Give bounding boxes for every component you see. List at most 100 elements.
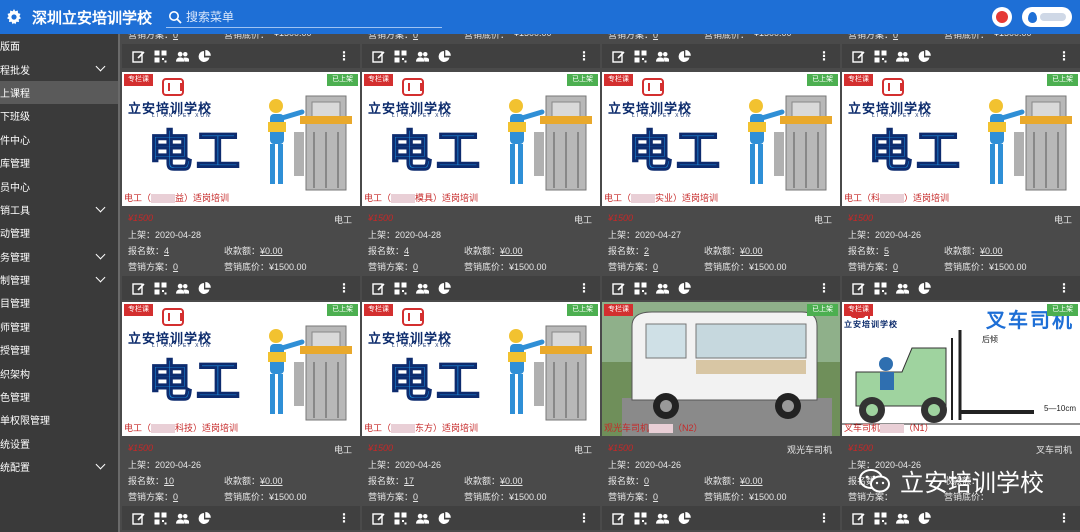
qrcode-icon[interactable] — [874, 512, 887, 525]
sidebar-item[interactable]: 统设置 — [0, 432, 118, 455]
marketing-value[interactable]: 0 — [653, 34, 658, 40]
pie-chart-icon[interactable] — [678, 511, 691, 525]
course-thumbnail[interactable]: 立安培训学校 LI AN PEI XUN 电工 专栏课 已上架 电工（ 益）适岗培训 — [122, 72, 360, 206]
users-icon[interactable] — [656, 282, 669, 295]
more-icon[interactable]: ⋮ — [338, 511, 350, 525]
pie-chart-icon[interactable] — [438, 511, 451, 525]
marketing-value[interactable]: 0 — [893, 34, 898, 40]
sidebar-item[interactable]: 程批发 — [0, 57, 118, 80]
more-icon[interactable]: ⋮ — [578, 49, 590, 63]
course-thumbnail[interactable]: 立安培训学校 叉车司机 后倾 5—10cm 专栏课 已上架 叉车司机 （N1） — [842, 302, 1080, 436]
pie-chart-icon[interactable] — [438, 281, 451, 295]
more-icon[interactable]: ⋮ — [1058, 511, 1070, 525]
edit-icon[interactable] — [612, 50, 625, 63]
enroll-value[interactable]: 5 — [884, 246, 889, 256]
sidebar-item[interactable]: 员中心 — [0, 174, 118, 197]
users-icon[interactable] — [176, 50, 189, 63]
course-card[interactable]: 立安培训学校 LI AN PEI XUN 电工 专栏课 已上架 电工（ 实业）适岗培训 ¥15… — [602, 72, 840, 302]
revenue-value[interactable]: ¥0.00 — [260, 476, 283, 486]
sidebar-item[interactable]: 上课程 — [0, 80, 118, 105]
users-icon[interactable] — [896, 512, 909, 525]
qrcode-icon[interactable] — [634, 50, 647, 63]
sidebar-item[interactable]: 版面 — [0, 34, 118, 57]
edit-icon[interactable] — [852, 50, 865, 63]
pie-chart-icon[interactable] — [438, 49, 451, 63]
course-thumbnail[interactable]: 专栏课 已上架 观光车司机 （N2） — [602, 302, 840, 436]
enroll-value[interactable]: 4 — [404, 246, 409, 256]
pie-chart-icon[interactable] — [918, 511, 931, 525]
marketing-value[interactable]: 0 — [173, 492, 178, 502]
edit-icon[interactable] — [612, 512, 625, 525]
edit-icon[interactable] — [372, 282, 385, 295]
qrcode-icon[interactable] — [394, 282, 407, 295]
pie-chart-icon[interactable] — [198, 49, 211, 63]
qrcode-icon[interactable] — [874, 282, 887, 295]
sidebar-item[interactable]: 统配置 — [0, 455, 118, 478]
pie-chart-icon[interactable] — [198, 281, 211, 295]
users-icon[interactable] — [176, 282, 189, 295]
enroll-value[interactable]: 0 — [644, 476, 649, 486]
edit-icon[interactable] — [132, 282, 145, 295]
marketing-value[interactable]: 0 — [173, 34, 178, 40]
pie-chart-icon[interactable] — [198, 511, 211, 525]
sidebar-item[interactable]: 库管理 — [0, 151, 118, 174]
qrcode-icon[interactable] — [394, 50, 407, 63]
users-icon[interactable] — [416, 512, 429, 525]
users-icon[interactable] — [416, 282, 429, 295]
more-icon[interactable]: ⋮ — [338, 49, 350, 63]
course-card[interactable]: 专栏课 已上架 观光车司机 （N2） ¥1500 观光车司机 上架：2020-04-26 报名… — [602, 302, 840, 532]
enroll-value[interactable]: 4 — [164, 246, 169, 256]
course-thumbnail[interactable]: 立安培训学校 LI AN PEI XUN 电工 专栏课 已上架 电工（科 ）适岗培训 — [842, 72, 1080, 206]
course-thumbnail[interactable]: 立安培训学校 LI AN PEI XUN 电工 专栏课 已上架 电工（ 科技）适岗培训 — [122, 302, 360, 436]
sidebar-item[interactable]: 织架构 — [0, 361, 118, 384]
qrcode-icon[interactable] — [154, 512, 167, 525]
revenue-value[interactable]: ¥0.00 — [740, 246, 763, 256]
course-card[interactable]: 立安培训学校 LI AN PEI XUN 电工 专栏课 已上架 电工（ 益）适岗培训 ¥150… — [122, 72, 360, 302]
sidebar-item[interactable]: 销工具 — [0, 198, 118, 221]
search-input[interactable]: 搜索菜单 — [166, 6, 443, 28]
users-icon[interactable] — [656, 50, 669, 63]
revenue-value[interactable]: ¥0.00 — [260, 246, 283, 256]
notification-avatar[interactable] — [992, 7, 1012, 27]
qrcode-icon[interactable] — [154, 50, 167, 63]
course-thumbnail[interactable]: 立安培训学校 LI AN PEI XUN 电工 专栏课 已上架 电工（ 模具）适岗培训 — [362, 72, 600, 206]
more-icon[interactable]: ⋮ — [338, 281, 350, 295]
revenue-value[interactable]: ¥0.00 — [500, 246, 523, 256]
sidebar-item[interactable]: 制管理 — [0, 268, 118, 291]
course-thumbnail[interactable]: 立安培训学校 LI AN PEI XUN 电工 专栏课 已上架 电工（ 实业）适岗培训 — [602, 72, 840, 206]
users-icon[interactable] — [896, 50, 909, 63]
qrcode-icon[interactable] — [394, 512, 407, 525]
marketing-value[interactable]: 0 — [413, 34, 418, 40]
course-card[interactable]: 立安培训学校 LI AN PEI XUN 电工 专栏课 已上架 电工（ 模具）适岗培训 ¥15… — [362, 72, 600, 302]
marketing-value[interactable]: 0 — [413, 262, 418, 272]
edit-icon[interactable] — [852, 282, 865, 295]
gear-icon[interactable] — [4, 7, 24, 27]
edit-icon[interactable] — [132, 50, 145, 63]
revenue-value[interactable]: ¥0.00 — [500, 476, 523, 486]
course-thumbnail[interactable]: 立安培训学校 LI AN PEI XUN 电工 专栏课 已上架 电工（ 东方）适岗培训 — [362, 302, 600, 436]
marketing-value[interactable]: 0 — [653, 262, 658, 272]
qrcode-icon[interactable] — [634, 512, 647, 525]
qrcode-icon[interactable] — [634, 282, 647, 295]
marketing-value[interactable]: 0 — [893, 262, 898, 272]
course-card[interactable]: 立安培训学校 LI AN PEI XUN 电工 专栏课 已上架 电工（ 科技）适岗培训 ¥15… — [122, 302, 360, 532]
more-icon[interactable]: ⋮ — [1058, 49, 1070, 63]
sidebar-item[interactable]: 务管理 — [0, 245, 118, 268]
edit-icon[interactable] — [372, 50, 385, 63]
course-card[interactable]: 立安培训学校 LI AN PEI XUN 电工 专栏课 已上架 电工（科 ）适岗培训 ¥150… — [842, 72, 1080, 302]
pie-chart-icon[interactable] — [918, 281, 931, 295]
pie-chart-icon[interactable] — [918, 49, 931, 63]
users-icon[interactable] — [656, 512, 669, 525]
sidebar-item[interactable]: 色管理 — [0, 385, 118, 408]
edit-icon[interactable] — [852, 512, 865, 525]
sidebar-item[interactable]: 动管理 — [0, 221, 118, 244]
more-icon[interactable]: ⋮ — [818, 511, 830, 525]
enroll-value[interactable]: 2 — [644, 246, 649, 256]
more-icon[interactable]: ⋮ — [578, 281, 590, 295]
edit-icon[interactable] — [132, 512, 145, 525]
sidebar-item[interactable]: 目管理 — [0, 291, 118, 314]
enroll-value[interactable]: 10 — [164, 476, 174, 486]
marketing-value[interactable]: 0 — [173, 262, 178, 272]
pie-chart-icon[interactable] — [678, 281, 691, 295]
more-icon[interactable]: ⋮ — [818, 49, 830, 63]
